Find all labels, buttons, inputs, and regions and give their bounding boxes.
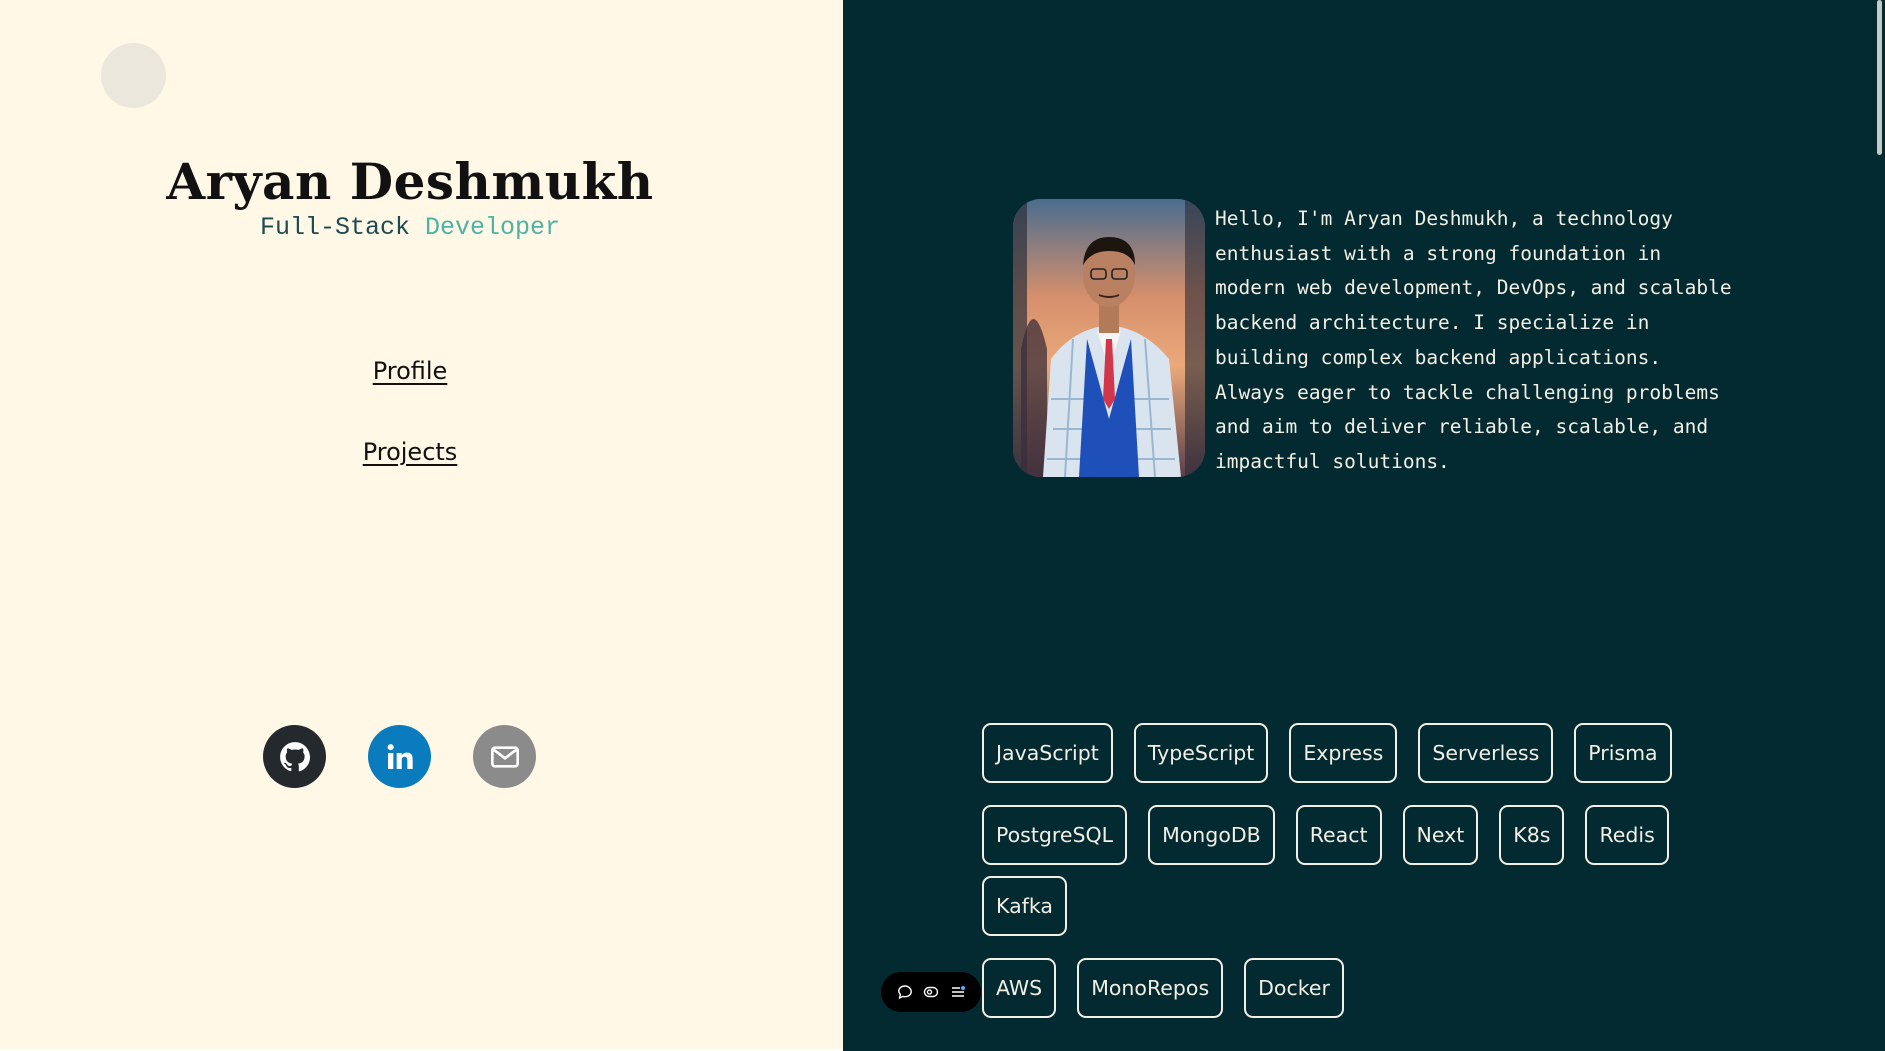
- skill-chip: Redis: [1585, 805, 1669, 865]
- left-panel: Aryan Deshmukh Full-Stack Developer Prof…: [0, 0, 843, 1049]
- skill-chip: MongoDB: [1148, 805, 1275, 865]
- visibility-toggle-button[interactable]: [920, 981, 942, 1003]
- mail-icon: [490, 745, 519, 768]
- skill-chip: React: [1295, 805, 1382, 865]
- skill-chip: Kafka: [982, 876, 1067, 936]
- skill-chip: Next: [1402, 805, 1479, 865]
- skill-chip: K8s: [1499, 805, 1565, 865]
- theme-toggle-button[interactable]: [101, 43, 166, 108]
- nav-projects-link[interactable]: Projects: [0, 438, 820, 466]
- nav-profile-link[interactable]: Profile: [0, 357, 820, 385]
- role-part-2: Developer: [425, 213, 561, 242]
- profile-photo: [1013, 199, 1205, 477]
- profile-name: Aryan Deshmukh: [166, 152, 654, 211]
- comment-icon: [897, 985, 912, 1000]
- eye-toggle-icon: [923, 986, 939, 998]
- skill-chip: AWS: [982, 958, 1057, 1018]
- skill-chip: TypeScript: [1133, 723, 1269, 783]
- github-link[interactable]: [263, 725, 326, 788]
- profile-photo-image: [1013, 199, 1205, 477]
- floating-toolbar: [881, 972, 981, 1012]
- page: Aryan Deshmukh Full-Stack Developer Prof…: [0, 0, 1885, 1051]
- skill-chip: MonoRepos: [1077, 958, 1224, 1018]
- scrollbar-thumb[interactable]: [1877, 0, 1882, 155]
- right-panel: Hello, I'm Aryan Deshmukh, a technology …: [843, 0, 1885, 1051]
- skill-chip: Serverless: [1418, 723, 1554, 783]
- bio-text: Hello, I'm Aryan Deshmukh, a technology …: [1215, 207, 1732, 473]
- comment-button[interactable]: [894, 981, 916, 1003]
- skill-chip: JavaScript: [982, 723, 1113, 783]
- skill-chip: Express: [1289, 723, 1398, 783]
- scrollbar[interactable]: [1875, 0, 1885, 1051]
- email-link[interactable]: [473, 725, 536, 788]
- skill-chip: PostgreSQL: [982, 805, 1128, 865]
- skill-chip: Prisma: [1574, 723, 1672, 783]
- role-part-1: Full-Stack: [259, 213, 410, 242]
- menu-button[interactable]: [947, 981, 969, 1003]
- github-icon: [279, 741, 310, 771]
- skills-list: JavaScript TypeScript Express Serverless…: [982, 723, 1742, 1018]
- linkedin-link[interactable]: [368, 725, 431, 788]
- menu-list-icon: [951, 986, 965, 997]
- linkedin-icon: [387, 743, 413, 769]
- profile-role: Full-Stack Developer: [0, 213, 820, 242]
- skill-chip: Docker: [1244, 958, 1344, 1018]
